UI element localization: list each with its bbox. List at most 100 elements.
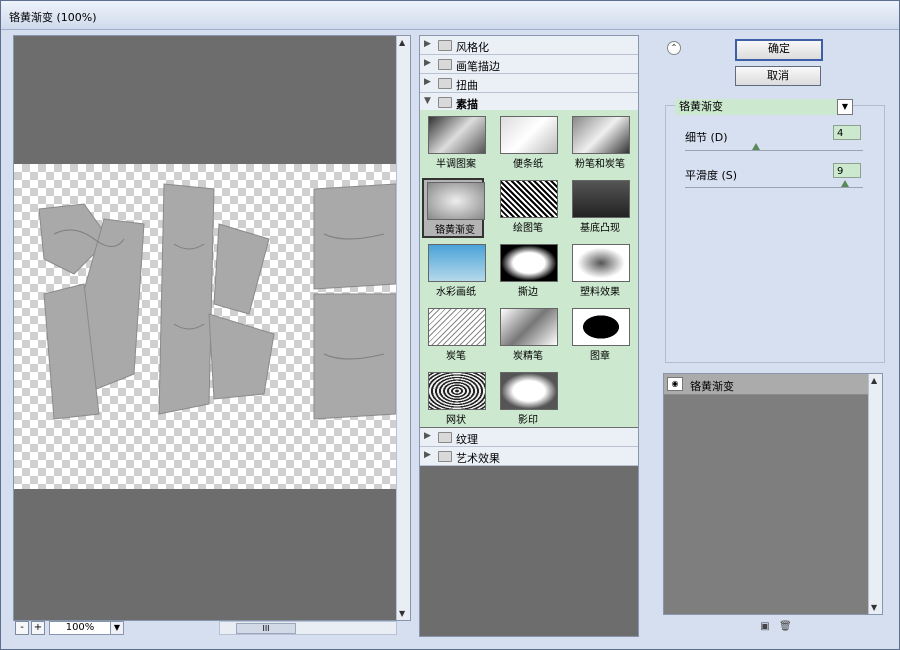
smoothness-value-field[interactable]: 9 [833, 163, 861, 178]
sketch-filter-thumbnails: 半调图案 便条纸 粉笔和炭笔 铬黄渐变 绘图笔 基底凸现 水彩画纸 撕边 塑料效… [420, 110, 638, 427]
effect-layer-row[interactable]: ◉ 铬黄渐变 [664, 374, 868, 395]
smoothness-slider-thumb[interactable] [841, 180, 850, 187]
expand-triangle-icon: ▶ [424, 431, 431, 441]
collapse-triangle-icon: ▼ [424, 96, 431, 106]
filter-preview-image [572, 308, 630, 346]
window-title: 铬黄渐变 (100%) [9, 11, 97, 24]
filter-gallery-list: ▶ 风格化 ▶ 画笔描边 ▶ 扭曲 ▼ 素描 半调图案 便条纸 粉笔和炭笔 铬黄… [419, 35, 639, 637]
preview-horizontal-scrollbar[interactable]: III [219, 621, 397, 635]
folder-icon [438, 451, 452, 462]
filter-thumb-chrome[interactable]: 铬黄渐变 [422, 178, 485, 238]
filter-preview-image [572, 244, 630, 282]
category-artistic[interactable]: ▶ 艺术效果 [420, 447, 638, 466]
filter-preview-image [500, 244, 558, 282]
cancel-button[interactable]: 取消 [735, 66, 821, 86]
ok-button[interactable]: 确定 [735, 39, 823, 61]
filter-thumb-note-paper[interactable]: 便条纸 [497, 114, 559, 174]
category-brush-strokes[interactable]: ▶ 画笔描边 [420, 55, 638, 74]
filter-thumb-reticulation[interactable]: 网状 [425, 370, 487, 430]
category-label: 扭曲 [456, 79, 478, 92]
filter-thumb-torn-edges[interactable]: 撕边 [497, 242, 559, 302]
preview-panel[interactable]: ▲ ▼ [13, 35, 411, 621]
filter-gallery-window: 铬黄渐变 (100%) ▲ ▼ - + 100% ▼ III ▶ 风格化 ▶ 画… [0, 0, 900, 650]
filter-label: 炭笔 [446, 351, 466, 362]
filter-dropdown-arrow-icon[interactable]: ▼ [837, 99, 853, 115]
filter-label: 铬黄渐变 [435, 225, 475, 236]
effect-layer-label: 铬黄渐变 [690, 380, 734, 393]
category-stylize[interactable]: ▶ 风格化 [420, 36, 638, 55]
collapse-gallery-icon[interactable]: ⌃ [667, 41, 681, 55]
scroll-down-arrow-icon[interactable]: ▼ [399, 609, 405, 618]
filter-label: 影印 [518, 415, 538, 426]
filter-thumb-chalk-charcoal[interactable]: 粉笔和炭笔 [569, 114, 631, 174]
filter-thumb-bas-relief[interactable]: 基底凸现 [569, 178, 631, 238]
category-distort[interactable]: ▶ 扭曲 [420, 74, 638, 93]
category-label: 艺术效果 [456, 452, 500, 465]
zoom-level-field[interactable]: 100% [49, 621, 111, 635]
scroll-up-arrow-icon[interactable]: ▲ [399, 38, 405, 47]
filter-thumb-conte-crayon[interactable]: 炭精笔 [497, 306, 559, 366]
preview-footer: - + 100% ▼ III [13, 620, 409, 636]
filter-thumb-graphic-pen[interactable]: 绘图笔 [497, 178, 559, 238]
filter-thumb-charcoal[interactable]: 炭笔 [425, 306, 487, 366]
filter-preview-image [572, 116, 630, 154]
filter-preview-image [500, 116, 558, 154]
filter-preview-image [500, 308, 558, 346]
filter-preview-image [572, 180, 630, 218]
delete-effect-layer-icon[interactable]: 🗑 [779, 621, 792, 633]
filter-thumb-photocopy[interactable]: 影印 [497, 370, 559, 430]
filter-preview-image [428, 116, 486, 154]
zoom-dropdown-arrow-icon[interactable]: ▼ [110, 621, 124, 635]
layers-scrollbar[interactable]: ▲ ▼ [868, 374, 882, 614]
filter-thumb-stamp[interactable]: 图章 [569, 306, 631, 366]
effect-layers-panel: ◉ 铬黄渐变 ▲ ▼ [663, 373, 883, 615]
expand-triangle-icon: ▶ [424, 39, 431, 49]
scroll-down-arrow-icon[interactable]: ▼ [871, 603, 877, 612]
filter-preview-image [428, 308, 486, 346]
filter-select[interactable]: 铬黄渐变 [675, 99, 839, 115]
preview-canvas[interactable] [14, 164, 397, 489]
detail-label: 细节 (D) [685, 131, 728, 144]
title-bar: 铬黄渐变 (100%) [1, 1, 899, 30]
expand-triangle-icon: ▶ [424, 77, 431, 87]
filter-preview-image [500, 180, 558, 218]
new-effect-layer-icon[interactable]: ▣ [759, 621, 771, 633]
detail-slider-track[interactable] [685, 150, 863, 151]
detail-slider-thumb[interactable] [752, 143, 761, 150]
filter-label: 水彩画纸 [436, 287, 476, 298]
zoom-in-button[interactable]: + [31, 621, 45, 635]
filter-preview-image [500, 372, 558, 410]
scroll-thumb[interactable]: III [236, 623, 296, 634]
filter-thumb-water-paper[interactable]: 水彩画纸 [425, 242, 487, 302]
filter-thumb-halftone[interactable]: 半调图案 [425, 114, 487, 174]
filter-label: 基底凸现 [580, 223, 620, 234]
filter-label: 半调图案 [436, 159, 476, 170]
filter-label: 绘图笔 [513, 223, 543, 234]
filter-preview-image [428, 372, 486, 410]
category-label: 画笔描边 [456, 60, 500, 73]
filter-thumb-plaster[interactable]: 塑料效果 [569, 242, 631, 302]
filter-label: 便条纸 [513, 159, 543, 170]
filter-label: 粉笔和炭笔 [575, 159, 625, 170]
preview-vertical-scrollbar[interactable]: ▲ ▼ [396, 36, 410, 620]
folder-open-icon [438, 97, 452, 108]
filter-label: 网状 [446, 415, 466, 426]
filter-preview-image [427, 182, 485, 220]
expand-triangle-icon: ▶ [424, 450, 431, 460]
zoom-out-button[interactable]: - [15, 621, 29, 635]
filter-preview-image [428, 244, 486, 282]
category-label: 风格化 [456, 41, 489, 54]
folder-icon [438, 78, 452, 89]
smoothness-slider-track[interactable] [685, 187, 863, 188]
folder-icon [438, 432, 452, 443]
category-texture[interactable]: ▶ 纹理 [420, 428, 638, 447]
expand-triangle-icon: ▶ [424, 58, 431, 68]
category-label: 纹理 [456, 433, 478, 446]
filter-label: 图章 [590, 351, 610, 362]
visibility-eye-icon[interactable]: ◉ [667, 377, 683, 391]
scroll-up-arrow-icon[interactable]: ▲ [871, 376, 877, 385]
detail-value-field[interactable]: 4 [833, 125, 861, 140]
filter-label: 塑料效果 [580, 287, 620, 298]
folder-icon [438, 59, 452, 70]
filter-label: 炭精笔 [513, 351, 543, 362]
